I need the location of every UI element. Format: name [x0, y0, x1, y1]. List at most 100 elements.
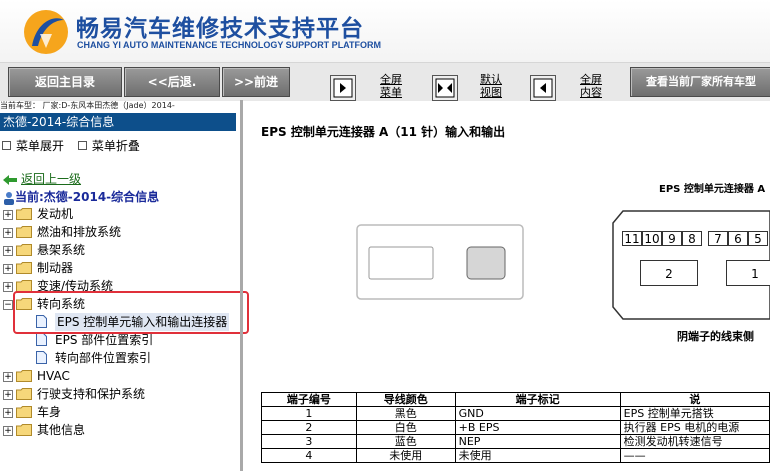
expand-toggle-icon[interactable]: + [3, 246, 13, 256]
pin-table-body: 1 黑色 GND EPS 控制单元搭铁 2 白色 +B EPS 执行器 EPS 电机的电源 3 蓝… [261, 406, 770, 463]
expand-toggle-icon[interactable]: + [3, 426, 13, 436]
document-icon [36, 333, 47, 346]
collapse-toggle-icon[interactable]: − [3, 300, 13, 310]
menu-collapse-label: 菜单折叠 [91, 139, 140, 153]
expand-toggle-icon[interactable]: + [3, 372, 13, 382]
connector-pin-1: 1 [726, 260, 770, 286]
table-cell: 4 [261, 448, 357, 463]
current-vehicle-line: 当前车型： 厂家:D-东风本田杰德（Jade）2014- [0, 101, 175, 110]
back-arrow-icon [3, 174, 17, 185]
table-cell: 2 [261, 420, 357, 435]
fullscreen-content-label-1: 全屏 [580, 73, 602, 86]
header: 畅易汽车维修技术支持平台 CHANG YI AUTO MAINTENANCE T… [0, 0, 770, 62]
table-cell: 1 [261, 406, 357, 421]
tree-item-label: 行驶支持和保护系统 [37, 387, 146, 401]
connector-pin-9: 9 [662, 231, 682, 246]
back-up-label: 返回上一级 [21, 172, 82, 186]
column-header: 端子编号 [261, 392, 357, 407]
table-cell: —— [619, 448, 770, 463]
folder-icon [16, 226, 32, 238]
table-cell: NEP [454, 434, 621, 449]
table-cell: 未使用 [454, 448, 621, 463]
expand-toggle-icon[interactable]: + [3, 264, 13, 274]
menu-expand-button[interactable]: 菜单展开 [2, 137, 64, 154]
tree-item-label: 制动器 [37, 261, 74, 275]
tree-item-label: 发动机 [37, 207, 74, 221]
table-cell: +B EPS [454, 420, 621, 435]
current-location-label: 当前:杰德-2014-综合信息 [15, 190, 160, 204]
folder-icon [16, 424, 32, 436]
document-title: EPS 控制单元连接器 A（11 针）输入和输出 [261, 125, 506, 139]
pin-table: 端子编号 导线颜色 端子标记说 1 黑色 GND EPS 控制单元搭铁 2 白色 +B EPS 执… [261, 392, 770, 463]
chang-yi-logo-icon [24, 10, 68, 54]
back-up-link[interactable]: 返回上一级 [3, 170, 81, 187]
sidebar-title: 杰德-2014-综合信息 [0, 113, 236, 131]
fullscreen-content-icon[interactable] [530, 75, 556, 101]
content-pane: EPS 控制单元连接器 A（11 针）输入和输出 EPS 控制单元连接器 A 1… [243, 111, 770, 471]
table-row: 3 蓝色 NEP 检测发动机转速信号 [261, 434, 770, 449]
connector-pin-8: 8 [682, 231, 702, 246]
table-cell: 检测发动机转速信号 [619, 434, 770, 449]
expand-square-icon [2, 141, 11, 150]
folder-icon [16, 262, 32, 274]
fullscreen-menu-icon[interactable] [330, 75, 356, 101]
table-cell: 白色 [355, 420, 456, 435]
connector-caption: 阴端子的线束侧 [677, 330, 754, 343]
fullscreen-menu-label-2: 菜单 [380, 86, 402, 99]
expand-toggle-icon[interactable]: + [3, 408, 13, 418]
column-header: 端子标记 [454, 392, 621, 407]
fullscreen-menu-label-1: 全屏 [380, 73, 402, 86]
fullscreen-content-label-2: 内容 [580, 86, 602, 99]
connector-pin-7: 7 [708, 231, 728, 246]
table-cell: 未使用 [355, 448, 456, 463]
expand-toggle-icon[interactable]: + [3, 390, 13, 400]
folder-icon [16, 406, 32, 418]
forward-button[interactable]: >>前进 [222, 67, 290, 97]
menu-collapse-button[interactable]: 菜单折叠 [77, 137, 140, 154]
table-cell: 执行器 EPS 电机的电源 [619, 420, 770, 435]
user-icon [4, 191, 14, 205]
brand-subtitle: CHANG YI AUTO MAINTENANCE TECHNOLOGY SUP… [77, 40, 382, 50]
connector-pin-5: 5 [748, 231, 768, 246]
table-cell: EPS 控制单元搭铁 [619, 406, 770, 421]
default-view-label-2: 视图 [480, 86, 502, 99]
expand-toggle-icon[interactable]: + [3, 228, 13, 238]
current-location: 当前:杰德-2014-综合信息 [3, 188, 159, 205]
table-row: 1 黑色 GND EPS 控制单元搭铁 [261, 406, 770, 421]
default-view-icon[interactable] [432, 75, 458, 101]
connector-pin-2: 2 [640, 260, 698, 286]
connector-slot-left [368, 246, 434, 280]
folder-icon [16, 370, 32, 382]
brand-title: 畅易汽车维修技术支持平台 [76, 16, 364, 42]
connector-label: EPS 控制单元连接器 A [659, 184, 766, 195]
folder-icon [16, 388, 32, 400]
back-button[interactable]: <<后退. [124, 67, 220, 97]
connector-pin-11: 11 [622, 231, 642, 246]
fullscreen-content-link[interactable]: 全屏 内容 [574, 73, 608, 99]
table-row: 2 白色 +B EPS 执行器 EPS 电机的电源 [261, 420, 770, 435]
tree-item-label: HVAC [37, 369, 70, 383]
column-header: 说 [619, 392, 770, 407]
default-view-link[interactable]: 默认 视图 [474, 73, 508, 99]
folder-icon [16, 244, 32, 256]
table-cell: 黑色 [355, 406, 456, 421]
fullscreen-menu-link[interactable]: 全屏 菜单 [374, 73, 408, 99]
expand-toggle-icon[interactable]: + [3, 282, 13, 292]
view-all-models-button[interactable]: 查看当前厂家所有车型 [630, 67, 770, 97]
tree-item-label: 悬架系统 [37, 243, 86, 257]
expand-toggle-icon[interactable]: + [3, 210, 13, 220]
toolbar: 返回主目录 <<后退. >>前进 全屏 菜单 默认 视图 全屏 内容 查看当前厂… [0, 62, 770, 101]
pin-table-header: 端子编号 导线颜色 端子标记说 [261, 392, 770, 407]
menu-expand-label: 菜单展开 [16, 139, 65, 153]
tree-item-label: 车身 [37, 405, 62, 419]
folder-icon [16, 208, 32, 220]
selection-highlight-box [13, 291, 249, 334]
table-cell: 3 [261, 434, 357, 449]
connector-pin-6: 6 [728, 231, 748, 246]
document-icon [36, 351, 47, 364]
connector-latch [466, 246, 506, 280]
table-cell: GND [454, 406, 621, 421]
back-home-button[interactable]: 返回主目录 [8, 67, 122, 97]
menu-ops: 菜单展开 菜单折叠 [2, 137, 140, 154]
column-header: 导线颜色 [355, 392, 456, 407]
